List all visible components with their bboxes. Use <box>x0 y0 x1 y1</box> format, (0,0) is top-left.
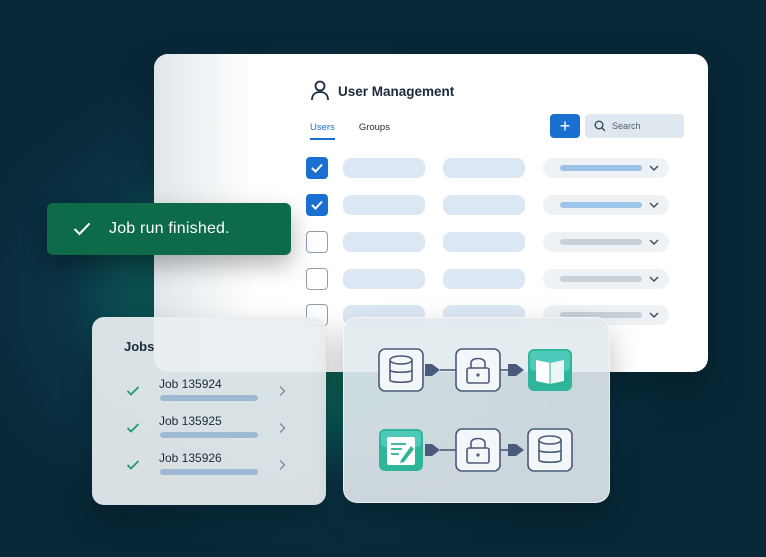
row-checkbox[interactable] <box>306 194 328 216</box>
row-dropdown[interactable] <box>543 232 669 252</box>
document-icon <box>379 429 423 471</box>
chevron-down-icon <box>649 165 659 171</box>
database-icon <box>527 428 573 472</box>
connector-arrow <box>425 444 456 456</box>
pipeline-panel <box>343 317 610 503</box>
row-checkbox[interactable] <box>306 268 328 290</box>
row-checkbox[interactable] <box>306 157 328 179</box>
checkmark-icon <box>73 222 91 236</box>
job-progress-placeholder <box>160 469 258 475</box>
tab-bar: Users Groups <box>310 122 390 140</box>
table-row <box>306 231 676 253</box>
tab-users[interactable]: Users <box>310 122 335 140</box>
row-cell-placeholder <box>343 158 425 178</box>
list-item[interactable]: Job 135924 <box>126 377 296 407</box>
page-title: User Management <box>338 83 455 99</box>
row-cell-placeholder <box>443 195 525 215</box>
row-cell-placeholder <box>343 269 425 289</box>
book-icon <box>528 349 572 391</box>
table-row <box>306 157 676 179</box>
dropdown-value-placeholder <box>560 239 642 245</box>
checkmark-icon <box>311 163 323 173</box>
chevron-down-icon <box>649 202 659 208</box>
job-name: Job 135925 <box>159 414 222 428</box>
connector-arrow <box>425 364 456 376</box>
table-row <box>306 268 676 290</box>
pipeline-row-1 <box>378 348 572 392</box>
row-dropdown[interactable] <box>543 158 669 178</box>
lock-icon <box>455 348 501 392</box>
success-toast: Job run finished. <box>47 203 291 255</box>
checkmark-icon <box>126 460 140 470</box>
row-cell-placeholder <box>343 232 425 252</box>
jobs-title: Jobs <box>124 339 155 354</box>
job-progress-placeholder <box>160 395 258 401</box>
panel-header: User Management <box>310 80 454 102</box>
chevron-right-icon <box>279 386 286 396</box>
add-user-button[interactable]: + <box>550 114 580 138</box>
database-icon <box>378 348 424 392</box>
row-cell-placeholder <box>343 195 425 215</box>
row-cell-placeholder <box>443 158 525 178</box>
tab-groups[interactable]: Groups <box>359 122 390 140</box>
connector-arrow <box>500 444 524 456</box>
dropdown-value-placeholder <box>560 202 642 208</box>
dropdown-value-placeholder <box>560 276 642 282</box>
job-progress-placeholder <box>160 432 258 438</box>
chevron-right-icon <box>279 460 286 470</box>
search-input[interactable]: Search <box>585 114 684 138</box>
job-name: Job 135926 <box>159 451 222 465</box>
connector-arrow <box>500 364 524 376</box>
row-dropdown[interactable] <box>543 269 669 289</box>
search-placeholder: Search <box>612 121 641 131</box>
checkmark-icon <box>126 423 140 433</box>
toast-message: Job run finished. <box>109 220 230 237</box>
chevron-down-icon <box>649 276 659 282</box>
chevron-down-icon <box>649 312 659 318</box>
checkmark-icon <box>311 200 323 210</box>
checkmark-icon <box>126 386 140 396</box>
row-dropdown[interactable] <box>543 195 669 215</box>
user-icon <box>311 80 329 101</box>
row-checkbox[interactable] <box>306 231 328 253</box>
list-item[interactable]: Job 135926 <box>126 451 296 481</box>
lock-icon <box>455 428 501 472</box>
dropdown-value-placeholder <box>560 165 642 171</box>
chevron-right-icon <box>279 423 286 433</box>
jobs-panel: Jobs Job 135924 Job 135925 Job 135926 <box>92 317 326 505</box>
row-cell-placeholder <box>443 232 525 252</box>
job-name: Job 135924 <box>159 377 222 391</box>
search-icon <box>594 120 606 132</box>
list-item[interactable]: Job 135925 <box>126 414 296 444</box>
pipeline-row-2 <box>379 428 573 472</box>
row-cell-placeholder <box>443 269 525 289</box>
chevron-down-icon <box>649 239 659 245</box>
table-row <box>306 194 676 216</box>
